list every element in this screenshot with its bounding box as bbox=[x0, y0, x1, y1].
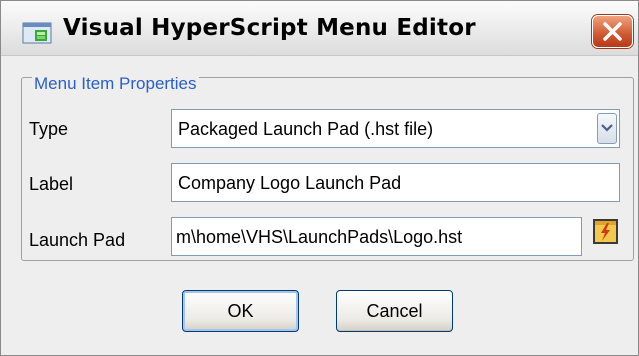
cancel-button[interactable]: Cancel bbox=[336, 290, 453, 332]
dialog-window: Visual HyperScript Menu Editor Menu Item… bbox=[0, 0, 639, 356]
close-button[interactable] bbox=[592, 15, 633, 48]
type-select[interactable]: Packaged Launch Pad (.hst file) bbox=[171, 109, 620, 148]
window-title: Visual HyperScript Menu Editor bbox=[63, 15, 476, 41]
app-icon bbox=[21, 21, 53, 45]
label-field[interactable]: Company Logo Launch Pad bbox=[171, 163, 620, 202]
title-bar[interactable]: Visual HyperScript Menu Editor bbox=[1, 1, 638, 56]
chevron-down-icon bbox=[601, 124, 613, 132]
browse-file-icon bbox=[593, 219, 618, 244]
type-label: Type bbox=[29, 119, 69, 139]
launch-pad-field-value: m\home\VHS\LaunchPads\Logo.hst bbox=[176, 227, 463, 247]
launch-pad-field[interactable]: m\home\VHS\LaunchPads\Logo.hst bbox=[171, 217, 582, 256]
label-field-value: Company Logo Launch Pad bbox=[178, 173, 402, 193]
ok-button[interactable]: OK bbox=[182, 290, 299, 332]
dropdown-arrow-button[interactable] bbox=[597, 113, 617, 144]
launch-pad-label: Launch Pad bbox=[29, 230, 126, 250]
close-icon bbox=[603, 22, 622, 41]
group-title: Menu Item Properties bbox=[32, 74, 199, 94]
type-select-value: Packaged Launch Pad (.hst file) bbox=[178, 119, 434, 139]
browse-button[interactable] bbox=[591, 217, 620, 246]
label-label: Label bbox=[29, 174, 74, 194]
